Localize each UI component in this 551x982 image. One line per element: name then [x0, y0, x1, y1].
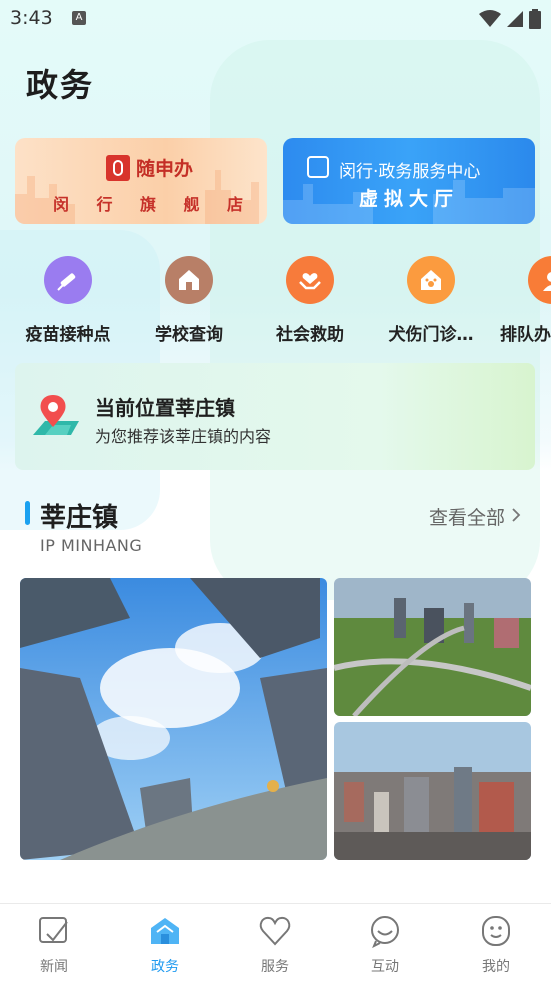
service-queue[interactable]: 排队办 [492, 256, 551, 345]
xinzhuang-photo-cityscape[interactable] [334, 722, 531, 860]
status-bar: 3:43 A [0, 0, 551, 38]
section-subtitle: IP MINHANG [40, 536, 143, 555]
tab-label: 新闻 [40, 959, 68, 975]
cityscape-image [334, 722, 531, 860]
current-location-card[interactable]: 当前位置莘庄镇 为您推荐该莘庄镇的内容 [15, 363, 535, 470]
school-icon [165, 256, 213, 304]
heart-icon [259, 916, 291, 946]
wifi-icon [479, 10, 501, 27]
heart-hands-icon [286, 256, 334, 304]
minhang-service-center-banner[interactable]: 闵行·政务服务中心 虚拟大厅 [283, 138, 535, 224]
service-label: 疫苗接种点 [25, 325, 111, 345]
government-icon [151, 918, 179, 944]
tab-government[interactable]: 政务 [130, 914, 200, 976]
minhang-logo-icon [307, 156, 329, 178]
service-label: 排队办 [500, 325, 551, 345]
xinzhuang-photo-sky[interactable] [20, 578, 327, 860]
syringe-icon [44, 256, 92, 304]
service-vaccination[interactable]: 疫苗接种点 [8, 256, 128, 345]
tab-label: 政务 [151, 959, 179, 975]
chevron-right-icon [512, 508, 521, 522]
service-social-aid[interactable]: 社会救助 [250, 256, 370, 345]
signal-icon [507, 11, 523, 27]
suishenban-brand: 随申办 [136, 158, 194, 180]
tab-label: 互动 [371, 959, 399, 975]
queue-icon [528, 256, 551, 304]
news-icon [39, 917, 68, 943]
tab-news[interactable]: 新闻 [19, 914, 89, 976]
status-time: 3:43 [10, 7, 53, 29]
tab-mine[interactable]: 我的 [461, 914, 531, 976]
page-title: 政务 [26, 66, 95, 104]
quick-services-row: 疫苗接种点 学校查询 社会救助 犬伤门诊… 排队办 [0, 256, 551, 346]
section-accent-bar [25, 501, 30, 525]
section-title: 莘庄镇 [40, 503, 119, 533]
tab-label: 我的 [482, 959, 510, 975]
pet-house-icon [407, 256, 455, 304]
sky-towers-image [20, 578, 327, 860]
xinzhuang-photo-aerial-green[interactable] [334, 578, 531, 716]
virtual-hall-label: 虚拟大厅 [359, 188, 460, 210]
service-center-title: 闵行·政务服务中心 [339, 162, 481, 182]
status-icons [479, 9, 541, 29]
battery-icon [529, 9, 541, 29]
suishenban-logo-icon [106, 154, 130, 181]
location-pin-icon [33, 395, 79, 435]
aerial-green-image [334, 578, 531, 716]
profile-face-icon [482, 916, 510, 946]
chat-bubble-icon [371, 916, 399, 949]
tab-interaction[interactable]: 互动 [350, 914, 420, 976]
bottom-tab-bar: 新闻 政务 服务 互动 我的 [0, 903, 551, 982]
suishenban-logo: 随申办 [106, 154, 193, 181]
service-label: 犬伤门诊… [388, 325, 474, 345]
location-title: 当前位置莘庄镇 [95, 396, 235, 420]
suishenban-flagship-banner[interactable]: 随申办 闵 行 旗 舰 店 [15, 138, 267, 224]
view-all-link[interactable]: 查看全部 [429, 503, 521, 530]
flagship-store-label: 闵 行 旗 舰 店 [53, 195, 243, 214]
location-subtitle: 为您推荐该莘庄镇的内容 [95, 427, 272, 446]
tab-label: 服务 [261, 959, 289, 975]
service-dog-bite-clinic[interactable]: 犬伤门诊… [371, 256, 491, 345]
service-school-query[interactable]: 学校查询 [129, 256, 249, 345]
tab-services[interactable]: 服务 [240, 914, 310, 976]
service-label: 学校查询 [155, 325, 223, 345]
notification-icon: A [72, 11, 86, 25]
service-label: 社会救助 [276, 325, 344, 345]
